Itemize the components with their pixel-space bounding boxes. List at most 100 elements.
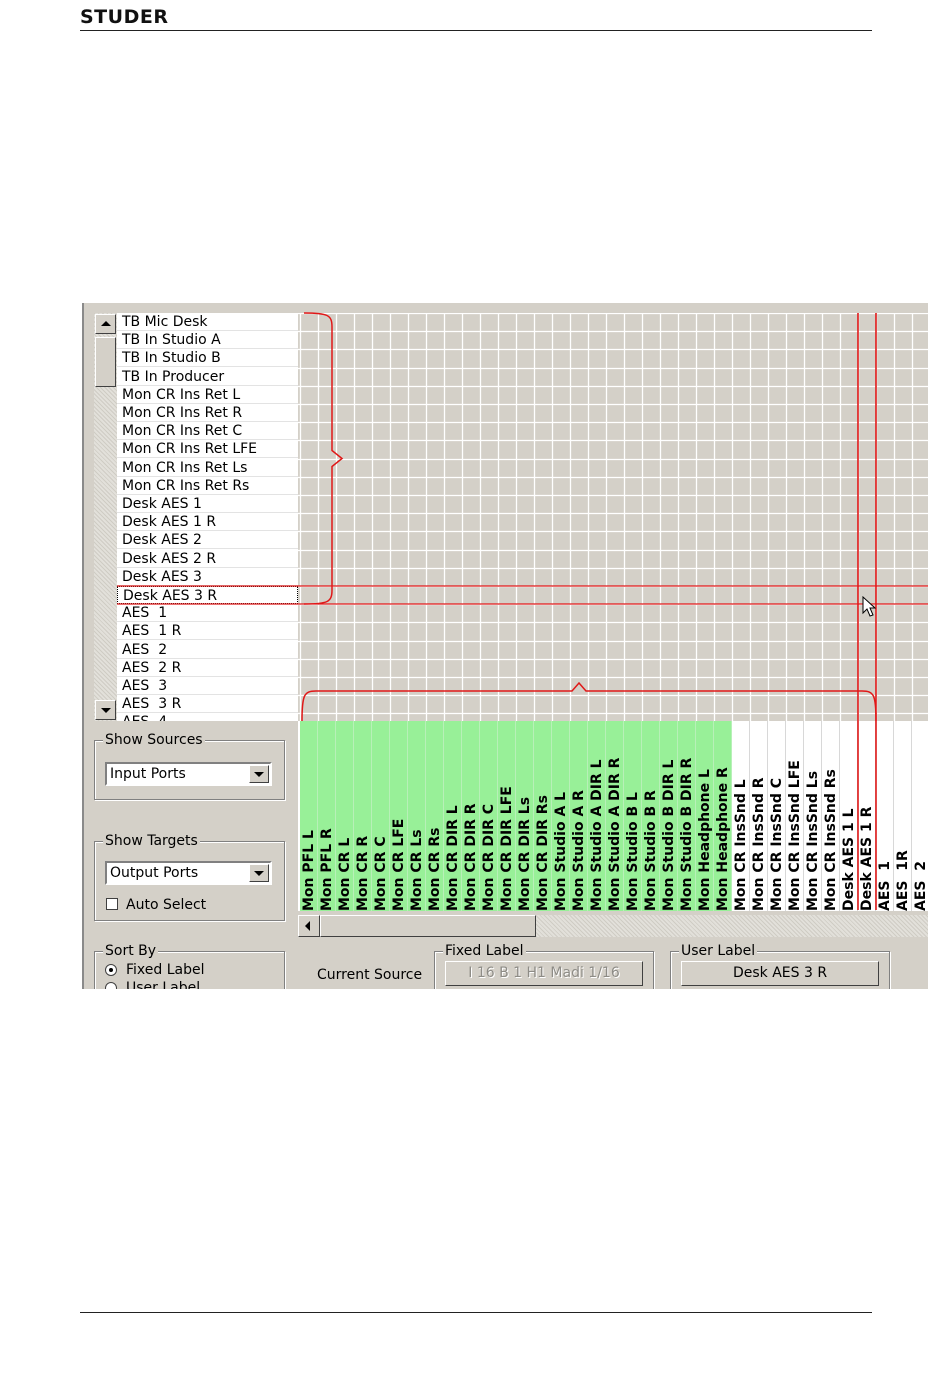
- source-item[interactable]: Mon CR Ins Ret LFE: [117, 440, 298, 458]
- target-column[interactable]: Mon CR C: [372, 721, 390, 911]
- target-column[interactable]: Mon CR InsSnd L: [732, 721, 750, 911]
- user-label-group: User Label Desk AES 3 R: [670, 942, 890, 989]
- target-column[interactable]: Mon CR LFE: [390, 721, 408, 911]
- target-label: Mon CR InsSnd R: [751, 777, 767, 911]
- target-column[interactable]: Mon CR L: [336, 721, 354, 911]
- target-column[interactable]: Mon CR R: [354, 721, 372, 911]
- source-item[interactable]: Mon CR Ins Ret R: [117, 404, 298, 422]
- target-label: Mon CR DIR LFE: [499, 786, 515, 911]
- mouse-pointer-icon: [862, 596, 876, 617]
- target-column[interactable]: Mon Studio B DIR R: [678, 721, 696, 911]
- target-label: Mon CR C: [373, 836, 389, 911]
- source-item[interactable]: AES 1 R: [117, 622, 298, 640]
- show-targets-dropdown[interactable]: Output Ports: [105, 861, 272, 885]
- target-column[interactable]: Mon CR DIR LFE: [498, 721, 516, 911]
- source-item[interactable]: Mon CR Ins Ret C: [117, 422, 298, 440]
- source-item[interactable]: TB In Producer: [117, 368, 298, 386]
- source-item[interactable]: TB Mic Desk: [117, 313, 298, 331]
- arrow-up-icon: [101, 321, 111, 326]
- source-list[interactable]: TB Mic Desk TB In Studio A TB In Studio BT…: [117, 313, 298, 721]
- target-column[interactable]: AES 2: [912, 721, 928, 911]
- radio-selected-icon[interactable]: [105, 964, 117, 976]
- target-label: AES 2: [913, 861, 928, 911]
- target-column[interactable]: Mon CR InsSnd Ls: [804, 721, 822, 911]
- target-column[interactable]: AES 1R: [894, 721, 912, 911]
- target-column[interactable]: Desk AES 1 L: [840, 721, 858, 911]
- target-column[interactable]: Mon CR DIR C: [480, 721, 498, 911]
- target-column[interactable]: Mon CR Rs: [426, 721, 444, 911]
- horizontal-scroll-thumb[interactable]: [320, 915, 536, 937]
- target-label: Mon Studio A R: [571, 790, 587, 911]
- scroll-down-button[interactable]: [95, 700, 116, 720]
- source-item[interactable]: AES 3 R: [117, 695, 298, 713]
- target-column[interactable]: Mon Studio B R: [642, 721, 660, 911]
- source-item[interactable]: Mon CR Ins Ret L: [117, 386, 298, 404]
- target-column[interactable]: Mon Studio B DIR L: [660, 721, 678, 911]
- target-label: Mon Studio A DIR L: [589, 759, 605, 911]
- target-label: Mon PFL R: [319, 828, 335, 911]
- target-column[interactable]: Mon Studio A L: [552, 721, 570, 911]
- target-label: Mon CR LFE: [391, 818, 407, 911]
- source-item[interactable]: Desk AES 1: [117, 495, 298, 513]
- source-item[interactable]: Mon CR Ins Ret Rs: [117, 477, 298, 495]
- dropdown-button[interactable]: [249, 765, 269, 783]
- dropdown-button[interactable]: [249, 864, 269, 882]
- target-column[interactable]: Mon Headphone L: [696, 721, 714, 911]
- source-item[interactable]: Desk AES 2 R: [117, 550, 298, 568]
- target-label: Mon CR DIR Rs: [535, 795, 551, 911]
- target-label: Mon Studio B DIR R: [679, 757, 695, 911]
- show-targets-value: Output Ports: [110, 865, 199, 881]
- routing-matrix-window: TB Mic Desk TB In Studio A TB In Studio BT…: [82, 303, 928, 989]
- user-label-button[interactable]: Desk AES 3 R: [681, 961, 879, 986]
- source-item[interactable]: Desk AES 3: [117, 568, 298, 586]
- target-label: Mon Studio B R: [643, 790, 659, 911]
- target-column[interactable]: Mon Studio B L: [624, 721, 642, 911]
- source-item[interactable]: Mon CR Ins Ret Ls: [117, 459, 298, 477]
- target-column[interactable]: Mon CR Ls: [408, 721, 426, 911]
- target-column[interactable]: Desk AES 1 R: [858, 721, 876, 911]
- target-column[interactable]: Mon Studio A R: [570, 721, 588, 911]
- target-label: Mon Studio A DIR R: [607, 757, 623, 911]
- checkbox-box[interactable]: [106, 898, 118, 910]
- source-item[interactable]: AES 2: [117, 641, 298, 659]
- show-sources-dropdown[interactable]: Input Ports: [105, 762, 272, 786]
- source-item[interactable]: AES 3: [117, 677, 298, 695]
- target-column[interactable]: Mon CR DIR R: [462, 721, 480, 911]
- source-item[interactable]: Desk AES 1 R: [117, 513, 298, 531]
- target-label: Mon CR DIR Ls: [517, 796, 533, 911]
- source-item[interactable]: Desk AES 3 R: [117, 586, 298, 604]
- source-item[interactable]: Desk AES 2: [117, 531, 298, 549]
- target-label: AES 1: [877, 861, 893, 911]
- target-column[interactable]: Mon CR DIR Rs: [534, 721, 552, 911]
- target-column[interactable]: Mon Headphone R: [714, 721, 732, 911]
- target-label: Mon CR Rs: [427, 827, 443, 911]
- vertical-scroll-thumb[interactable]: [95, 337, 116, 387]
- target-column[interactable]: Mon CR DIR L: [444, 721, 462, 911]
- source-item[interactable]: AES 1: [117, 604, 298, 622]
- radio-unselected-icon[interactable]: [105, 982, 117, 989]
- scroll-left-button[interactable]: [298, 915, 320, 937]
- target-column[interactable]: Mon Studio A DIR L: [588, 721, 606, 911]
- target-column[interactable]: Mon PFL R: [318, 721, 336, 911]
- fixed-label-button: I 16 B 1 H1 Madi 1/16: [445, 961, 643, 986]
- targets-horizontal-scrollbar[interactable]: [298, 915, 928, 937]
- target-column[interactable]: Mon CR InsSnd Rs: [822, 721, 840, 911]
- target-label: Mon CR InsSnd Rs: [823, 769, 839, 911]
- target-column[interactable]: Mon CR InsSnd R: [750, 721, 768, 911]
- scroll-up-button[interactable]: [95, 314, 116, 334]
- source-item[interactable]: AES 4: [117, 713, 298, 721]
- target-label: Mon CR InsSnd L: [733, 779, 749, 911]
- source-item[interactable]: TB In Studio A: [117, 331, 298, 349]
- target-column[interactable]: Mon Studio A DIR R: [606, 721, 624, 911]
- target-column[interactable]: Mon CR InsSnd LFE: [786, 721, 804, 911]
- source-item[interactable]: AES 2 R: [117, 659, 298, 677]
- show-sources-title: Show Sources: [103, 731, 205, 749]
- target-column[interactable]: Mon CR InsSnd C: [768, 721, 786, 911]
- target-column[interactable]: AES 1: [876, 721, 894, 911]
- sources-vertical-scrollbar[interactable]: [94, 313, 117, 721]
- source-item[interactable]: TB In Studio B: [117, 349, 298, 367]
- target-column[interactable]: Mon CR DIR Ls: [516, 721, 534, 911]
- target-label: Mon CR Ls: [409, 829, 425, 911]
- crosspoint-matrix[interactable]: [298, 313, 928, 721]
- target-column[interactable]: Mon PFL L: [300, 721, 318, 911]
